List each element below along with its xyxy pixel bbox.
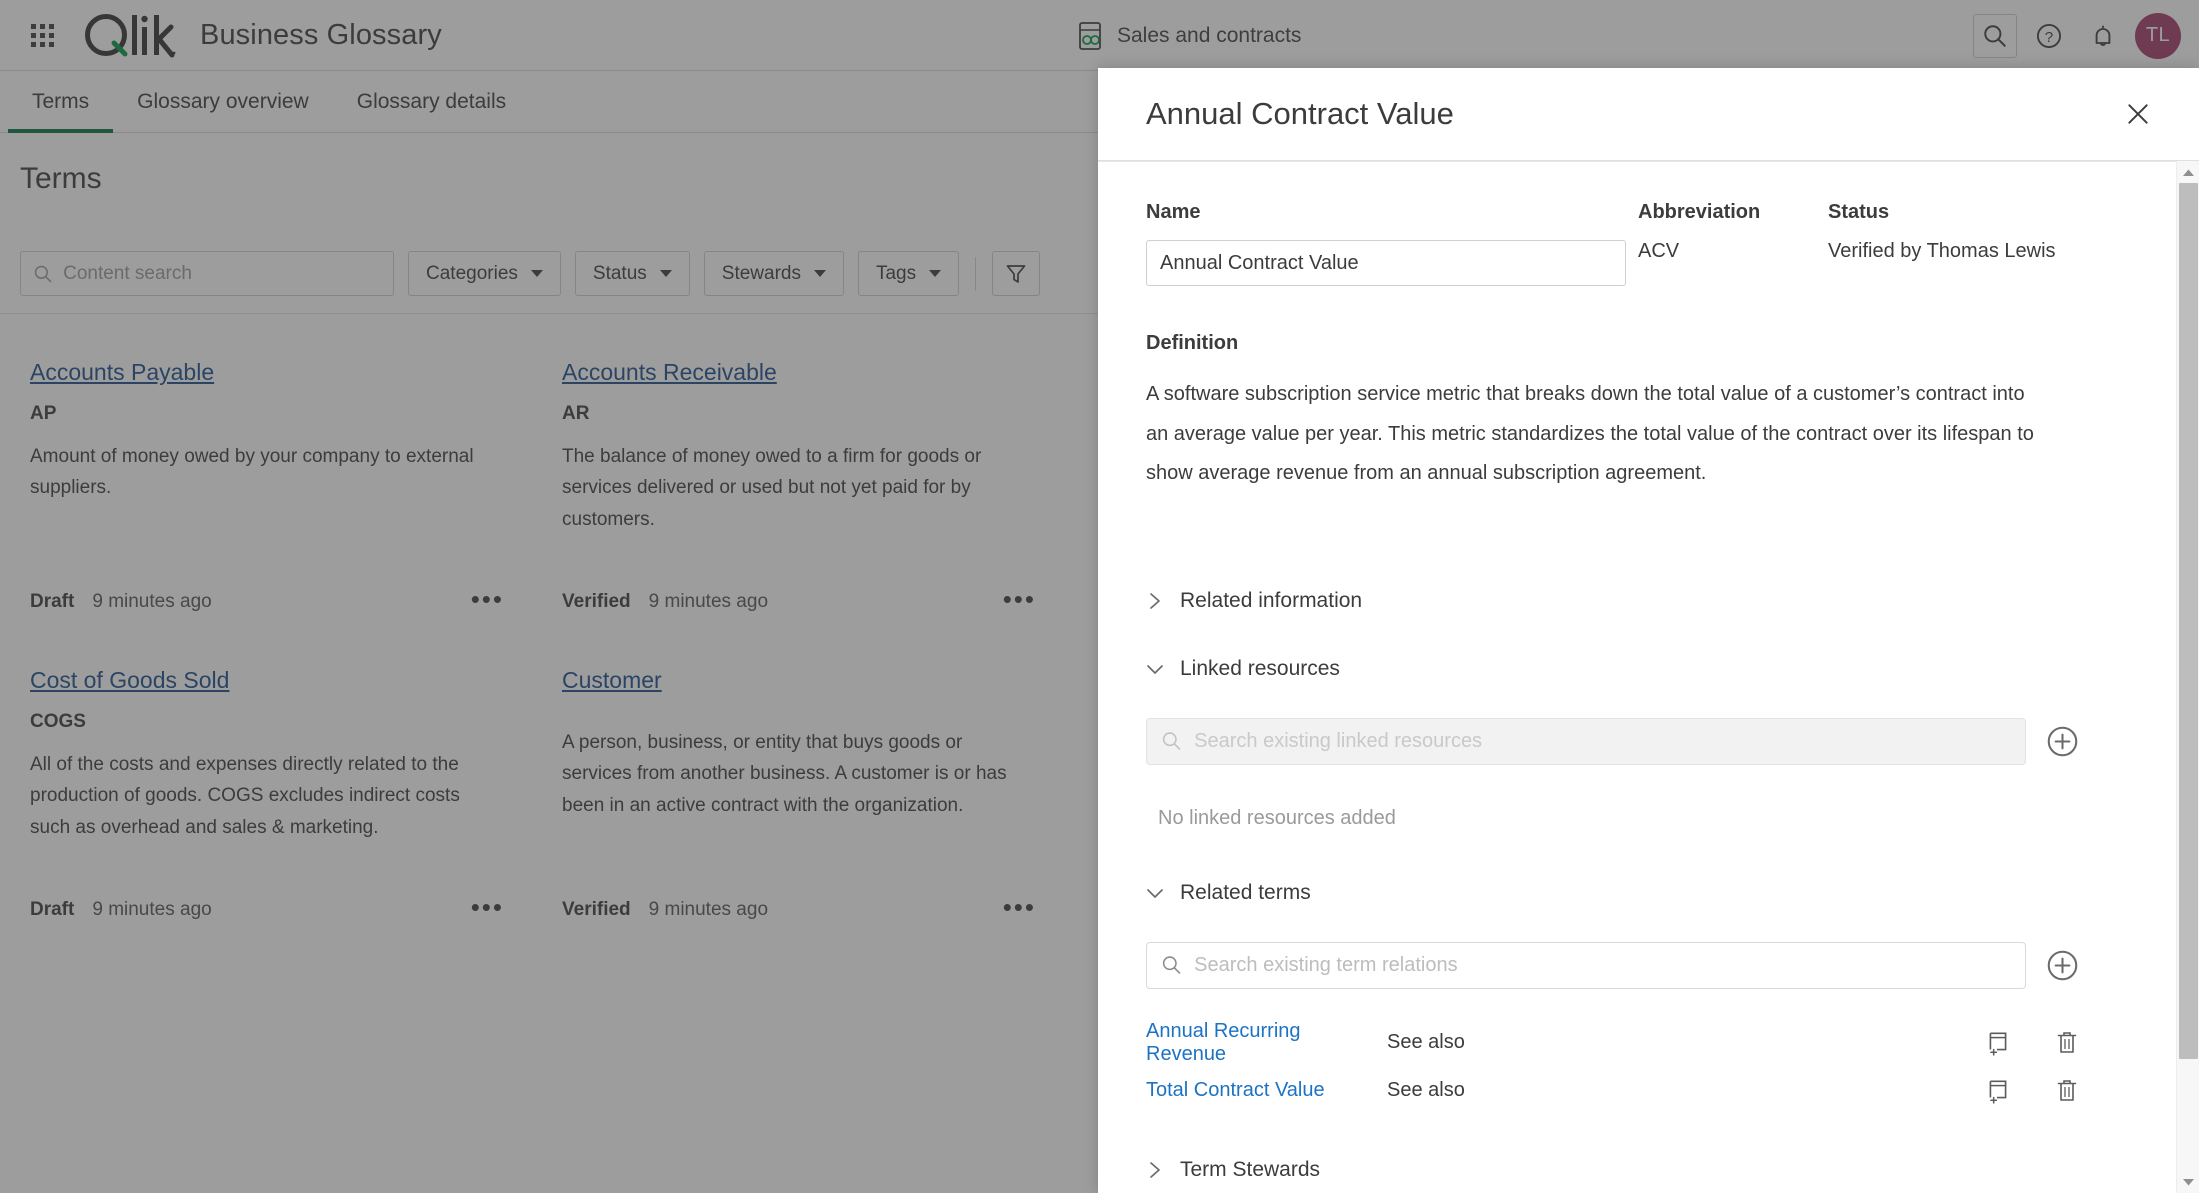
caret-up-icon — [2183, 169, 2194, 176]
section-title: Term Stewards — [1180, 1157, 1321, 1181]
term-meta-row: Name Abbreviation ACV Status Verified by… — [1146, 201, 2089, 286]
panel-scroll-content: Name Abbreviation ACV Status Verified by… — [1098, 161, 2199, 1193]
caret-down-icon — [2183, 1178, 2194, 1185]
status-label: Status — [1828, 201, 1890, 223]
related-term-row: Annual Recurring Revenue See also — [1146, 1019, 2089, 1067]
related-term-link[interactable]: Annual Recurring Revenue — [1146, 1020, 1371, 1066]
panel-body: Name Abbreviation ACV Status Verified by… — [1098, 161, 2199, 1193]
delete-related-term-button[interactable] — [2055, 1030, 2079, 1056]
close-icon — [2128, 104, 2148, 124]
definition-text: A software subscription service metric t… — [1146, 383, 2034, 485]
chevron-right-icon — [1146, 592, 1164, 610]
term-detail-panel: Annual Contract Value Name Abbreviation — [1098, 68, 2199, 1193]
name-input[interactable] — [1146, 240, 1626, 286]
chevron-down-icon — [1146, 662, 1164, 676]
status-value: Verified by Thomas Lewis — [1828, 240, 2056, 262]
linked-resources-search-input[interactable] — [1194, 729, 2011, 753]
add-to-glossary-icon[interactable] — [1985, 1078, 2011, 1104]
section-linked-resources: Linked resources Search existing linked … — [1146, 644, 2089, 830]
related-term-actions — [1985, 1078, 2089, 1104]
scroll-up-button[interactable] — [2177, 161, 2199, 183]
related-term-link[interactable]: Total Contract Value — [1146, 1079, 1371, 1102]
divider — [1098, 161, 2176, 162]
close-button[interactable] — [2119, 95, 2157, 133]
section-related-information: Related information — [1146, 576, 2089, 626]
scroll-down-button[interactable] — [2177, 1171, 2199, 1193]
add-linked-resource-button[interactable] — [2046, 725, 2079, 758]
related-term-relation: See also — [1387, 1079, 1465, 1102]
trash-icon — [2057, 1031, 2077, 1053]
definition-label: Definition — [1146, 332, 1239, 354]
add-to-glossary-icon[interactable] — [1985, 1030, 2011, 1056]
related-term-relation: See also — [1387, 1031, 1465, 1054]
linked-resources-lookup-row — [1146, 717, 2089, 765]
abbreviation-value: ACV — [1638, 240, 1680, 262]
definition-block: Definition A software subscription servi… — [1146, 332, 2089, 494]
panel-header: Annual Contract Value — [1098, 68, 2199, 161]
add-related-term-button[interactable] — [2046, 949, 2079, 982]
section-title: Related terms — [1180, 880, 1311, 904]
abbreviation-field: Abbreviation ACV — [1638, 201, 1828, 286]
section-title: Linked resources — [1180, 656, 1340, 680]
term-stewards-header[interactable]: Term Stewards — [1108, 1145, 2089, 1193]
abbreviation-label: Abbreviation — [1638, 201, 1761, 223]
status-field: Status Verified by Thomas Lewis — [1828, 201, 2056, 286]
linked-resources-header[interactable]: Linked resources — [1108, 644, 2089, 694]
search-icon — [1162, 956, 1181, 975]
related-terms-lookup-row — [1146, 941, 2089, 989]
trash-icon — [2057, 1079, 2077, 1101]
related-term-actions — [1985, 1030, 2089, 1056]
linked-resources-search-box[interactable] — [1146, 717, 2026, 765]
section-related-terms: Related terms Search existing term relat… — [1146, 868, 2089, 1115]
chevron-down-icon — [1146, 886, 1164, 900]
related-term-row: Total Contract Value See also — [1146, 1067, 2089, 1115]
scrollbar-thumb[interactable] — [2179, 183, 2198, 1059]
name-field: Name — [1146, 201, 1638, 286]
related-terms-search-input[interactable] — [1194, 953, 2011, 977]
related-information-header[interactable]: Related information — [1108, 576, 2089, 626]
panel-scrollbar[interactable] — [2176, 161, 2199, 1193]
section-term-stewards: Term Stewards — [1146, 1145, 2089, 1193]
name-label: Name — [1146, 201, 1201, 223]
linked-resources-empty-text: No linked resources added — [1158, 806, 1396, 829]
panel-title: Annual Contract Value — [1146, 96, 1454, 131]
section-title: Related information — [1180, 588, 1363, 612]
related-terms-header[interactable]: Related terms — [1108, 868, 2089, 918]
related-terms-list: Annual Recurring Revenue See also Total … — [1146, 1019, 2089, 1115]
delete-related-term-button[interactable] — [2055, 1078, 2079, 1104]
chevron-right-icon — [1146, 1161, 1164, 1179]
search-icon — [1162, 732, 1181, 751]
related-terms-search-box[interactable] — [1146, 941, 2026, 989]
